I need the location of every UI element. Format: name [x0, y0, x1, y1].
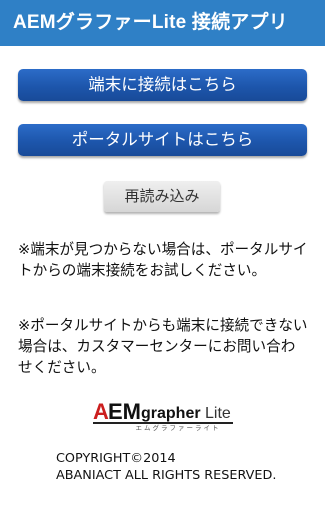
customer-center-note: ※ポータルサイトからも端末に接続できない場合は、カスタマーセンターにお問い合わせ… — [18, 317, 308, 376]
logo-grapher-text: grapher — [141, 405, 201, 422]
copyright-footer: COPYRIGHT©2014 ABANIACT ALL RIGHTS RESER… — [56, 450, 296, 484]
logo-lite-text: Lite — [205, 405, 231, 422]
portal-site-button[interactable]: ポータルサイトはこちら — [18, 124, 307, 156]
device-not-found-note: ※端末が見つからない場合は、ポータルサイトからの端末接続をお試しください。 — [18, 241, 308, 279]
app-title-bar: AEMグラファーLite 接続アプリ — [0, 0, 325, 46]
copyright-line-1: COPYRIGHT©2014 — [56, 451, 176, 466]
logo-em-mark: EM — [108, 399, 141, 424]
app-title: AEMグラファーLite 接続アプリ — [13, 12, 288, 33]
copyright-line-2: ABANIACT ALL RIGHTS RESERVED. — [56, 468, 277, 483]
reload-button[interactable]: 再読み込み — [104, 181, 220, 212]
connect-device-button[interactable]: 端末に接続はこちら — [18, 69, 307, 101]
logo-a-mark: A — [93, 399, 109, 424]
aem-grapher-lite-logo: A EM grapher Lite エムグラファーライト — [93, 399, 233, 432]
logo-kana-reading: エムグラファーライト — [135, 424, 221, 432]
